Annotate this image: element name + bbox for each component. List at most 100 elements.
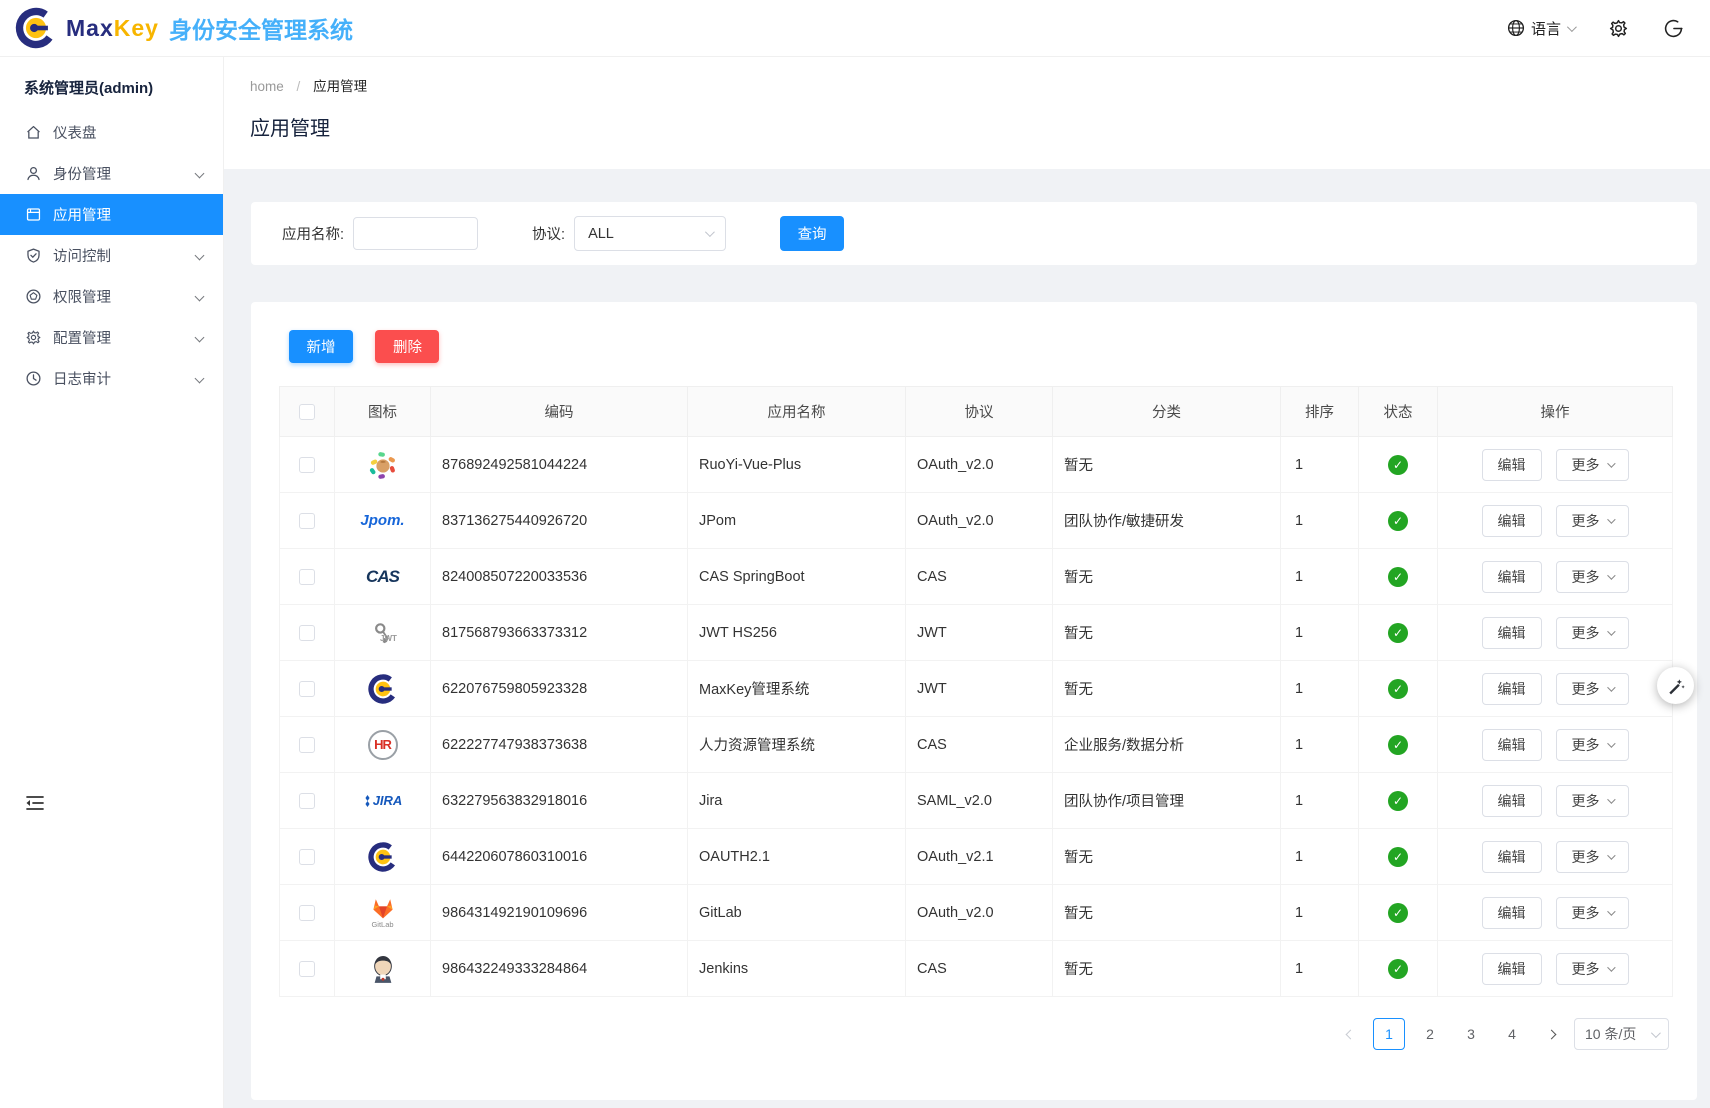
more-button[interactable]: 更多 [1556, 561, 1629, 593]
edit-button[interactable]: 编辑 [1482, 897, 1542, 929]
more-button[interactable]: 更多 [1556, 617, 1629, 649]
edit-button[interactable]: 编辑 [1482, 841, 1542, 873]
theme-settings-button[interactable] [1657, 667, 1694, 704]
menu-fold-icon[interactable] [24, 792, 46, 814]
app-name: 人力资源管理系统 [688, 717, 906, 773]
page-number-1[interactable]: 1 [1373, 1018, 1405, 1050]
column-header-sort: 排序 [1281, 387, 1359, 437]
edit-button[interactable]: 编辑 [1482, 729, 1542, 761]
column-header-name: 应用名称 [688, 387, 906, 437]
edit-button[interactable]: 编辑 [1482, 953, 1542, 985]
row-checkbox[interactable] [299, 513, 315, 529]
breadcrumb-separator: / [297, 79, 301, 94]
hr-logo: HR [365, 727, 401, 763]
app-protocol: OAuth_v2.0 [906, 437, 1053, 493]
protocol-select[interactable]: ALL [574, 216, 726, 251]
app-code: 632279563832918016 [431, 773, 688, 829]
app-sort: 1 [1281, 717, 1359, 773]
sidebar-item-dashboard[interactable]: 仪表盘 [0, 112, 223, 153]
status-enabled-icon: ✓ [1388, 791, 1408, 811]
main-content: home / 应用管理 应用管理 应用名称: 协议: ALL 查询 [224, 57, 1710, 1108]
edit-button[interactable]: 编辑 [1482, 561, 1542, 593]
chevron-down-icon [1607, 459, 1615, 467]
row-checkbox[interactable] [299, 457, 315, 473]
app-protocol: OAuth_v2.0 [906, 885, 1053, 941]
edit-button[interactable]: 编辑 [1482, 449, 1542, 481]
chevron-down-icon [1567, 22, 1577, 32]
more-button[interactable]: 更多 [1556, 505, 1629, 537]
language-switcher[interactable]: 语言 [1507, 18, 1574, 39]
app-code: 817568793663373312 [431, 605, 688, 661]
next-page-button[interactable] [1537, 1018, 1565, 1050]
add-button[interactable]: 新增 [289, 330, 353, 363]
more-button[interactable]: 更多 [1556, 841, 1629, 873]
sidebar-item-label: 访问控制 [53, 245, 196, 266]
app-category: 暂无 [1053, 437, 1281, 493]
chevron-down-icon [195, 333, 205, 343]
table-header-row: 图标 编码 应用名称 协议 分类 排序 状态 操作 [280, 387, 1673, 437]
delete-button[interactable]: 删除 [375, 330, 439, 363]
row-checkbox[interactable] [299, 961, 315, 977]
brand-text-max: Max [66, 15, 114, 42]
app-code: 837136275440926720 [431, 493, 688, 549]
app-sort: 1 [1281, 549, 1359, 605]
more-button[interactable]: 更多 [1556, 953, 1629, 985]
chevron-down-icon [1607, 739, 1615, 747]
chevron-down-icon [1607, 627, 1615, 635]
chevron-down-icon [705, 227, 715, 237]
edit-button[interactable]: 编辑 [1482, 617, 1542, 649]
app-category: 暂无 [1053, 941, 1281, 997]
logout-icon[interactable] [1663, 18, 1684, 39]
edit-button[interactable]: 编辑 [1482, 673, 1542, 705]
row-checkbox[interactable] [299, 625, 315, 641]
sidebar-item-audit-log[interactable]: 日志审计 [0, 358, 223, 399]
search-button[interactable]: 查询 [780, 216, 844, 251]
sidebar-item-label: 仪表盘 [53, 122, 205, 143]
row-checkbox[interactable] [299, 737, 315, 753]
breadcrumb-current: 应用管理 [313, 79, 367, 94]
sidebar-item-access-control[interactable]: 访问控制 [0, 235, 223, 276]
app-protocol: JWT [906, 661, 1053, 717]
sidebar-item-apps[interactable]: 应用管理 [0, 194, 223, 235]
row-checkbox[interactable] [299, 905, 315, 921]
language-label: 语言 [1531, 18, 1561, 39]
more-button[interactable]: 更多 [1556, 897, 1629, 929]
app-code: 876892492581044224 [431, 437, 688, 493]
sidebar-item-permissions[interactable]: 权限管理 [0, 276, 223, 317]
pagination: 1 2 3 4 10 条/页 [279, 1018, 1669, 1050]
row-checkbox[interactable] [299, 681, 315, 697]
settings-gear-icon[interactable] [1608, 18, 1629, 39]
breadcrumb-home-link[interactable]: home [250, 79, 284, 94]
table-card: 新增 删除 图标 编码 应用名称 协议 [251, 302, 1697, 1100]
page-number-4[interactable]: 4 [1496, 1018, 1528, 1050]
sidebar-item-configuration[interactable]: 配置管理 [0, 317, 223, 358]
chevron-down-icon [1607, 683, 1615, 691]
edit-button[interactable]: 编辑 [1482, 785, 1542, 817]
sidebar: 系统管理员(admin) 仪表盘 身份管理 [0, 57, 224, 1108]
status-enabled-icon: ✓ [1388, 511, 1408, 531]
chevron-down-icon [1607, 515, 1615, 523]
more-button[interactable]: 更多 [1556, 729, 1629, 761]
sidebar-item-identity[interactable]: 身份管理 [0, 153, 223, 194]
app-protocol: JWT [906, 605, 1053, 661]
edit-button[interactable]: 编辑 [1482, 505, 1542, 537]
chevron-down-icon [195, 292, 205, 302]
app-name-label: 应用名称: [282, 223, 344, 244]
select-all-checkbox[interactable] [299, 404, 315, 420]
prev-page-button[interactable] [1336, 1018, 1364, 1050]
clock-icon [25, 370, 42, 387]
ruoyi-logo [365, 447, 401, 483]
app-sort: 1 [1281, 437, 1359, 493]
row-checkbox[interactable] [299, 793, 315, 809]
more-button[interactable]: 更多 [1556, 449, 1629, 481]
more-button[interactable]: 更多 [1556, 785, 1629, 817]
page-number-3[interactable]: 3 [1455, 1018, 1487, 1050]
app-sort: 1 [1281, 605, 1359, 661]
page-size-select[interactable]: 10 条/页 [1574, 1018, 1669, 1050]
page-number-2[interactable]: 2 [1414, 1018, 1446, 1050]
row-checkbox[interactable] [299, 849, 315, 865]
more-button[interactable]: 更多 [1556, 673, 1629, 705]
app-code: 986431492190109696 [431, 885, 688, 941]
app-name-input[interactable] [353, 217, 478, 250]
row-checkbox[interactable] [299, 569, 315, 585]
